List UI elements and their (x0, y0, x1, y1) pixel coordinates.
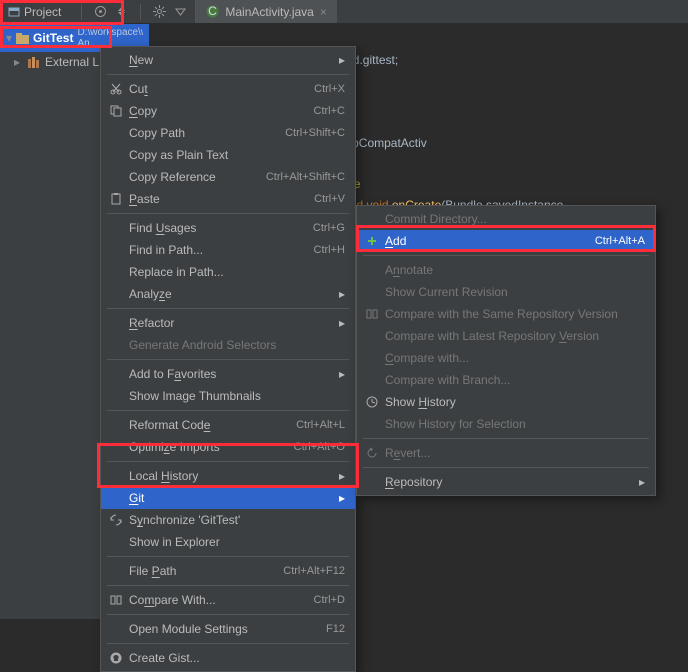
submenu-compare-same[interactable]: Compare with the Same Repository Version (357, 303, 655, 325)
menu-copy-plain[interactable]: Copy as Plain Text (101, 144, 355, 166)
submenu-annotate[interactable]: Annotate (357, 259, 655, 281)
project-tool-button[interactable]: Project (0, 0, 69, 23)
copy-icon (107, 105, 125, 117)
submenu-compare-branch[interactable]: Compare with Branch... (357, 369, 655, 391)
menu-cut[interactable]: CutCtrl+X (101, 78, 355, 100)
menu-copy-reference[interactable]: Copy ReferenceCtrl+Alt+Shift+C (101, 166, 355, 188)
menu-file-path[interactable]: File PathCtrl+Alt+F12 (101, 560, 355, 582)
close-icon[interactable]: × (320, 5, 327, 19)
library-icon (28, 57, 41, 68)
menu-reformat-code[interactable]: Reformat CodeCtrl+Alt+L (101, 414, 355, 436)
java-class-icon: C (206, 5, 219, 18)
collapse-icon[interactable] (115, 5, 128, 18)
chevron-down-icon: ▾ (6, 31, 12, 45)
menu-paste[interactable]: PasteCtrl+V (101, 188, 355, 210)
menu-find-in-path[interactable]: Find in Path...Ctrl+H (101, 239, 355, 261)
external-libs-label: External L (45, 55, 99, 69)
target-icon[interactable] (94, 5, 107, 18)
git-submenu: Commit Directory... AddCtrl+Alt+A Annota… (356, 205, 656, 496)
submenu-commit-directory[interactable]: Commit Directory... (357, 208, 655, 230)
project-icon (8, 6, 20, 18)
menu-local-history[interactable]: Local History▸ (101, 465, 355, 487)
context-menu: New▸ CutCtrl+X CopyCtrl+C Copy PathCtrl+… (100, 46, 356, 672)
editor-tab[interactable]: C MainActivity.java × (195, 0, 337, 23)
menu-synchronize[interactable]: Synchronize 'GitTest' (101, 509, 355, 531)
menu-compare-with[interactable]: Compare With...Ctrl+D (101, 589, 355, 611)
plus-icon (363, 235, 381, 247)
toolbar: Project C MainActivity.java × (0, 0, 688, 24)
menu-add-favorites[interactable]: Add to Favorites▸ (101, 363, 355, 385)
submenu-show-history[interactable]: Show History (357, 391, 655, 413)
folder-icon (16, 33, 29, 44)
menu-show-thumbnails[interactable]: Show Image Thumbnails (101, 385, 355, 407)
chevron-right-icon: ▸ (14, 55, 24, 69)
svg-text:C: C (209, 5, 218, 18)
github-icon (107, 652, 125, 664)
menu-optimize-imports[interactable]: Optimize ImportsCtrl+Alt+O (101, 436, 355, 458)
menu-refactor[interactable]: Refactor▸ (101, 312, 355, 334)
diff-icon (107, 594, 125, 606)
submenu-revert[interactable]: Revert... (357, 442, 655, 464)
submenu-show-history-selection[interactable]: Show History for Selection (357, 413, 655, 435)
revert-icon (363, 447, 381, 459)
toolbar-actions (69, 4, 195, 20)
diff-icon (363, 308, 381, 320)
tab-label: MainActivity.java (225, 5, 313, 19)
menu-generate-selectors[interactable]: Generate Android Selectors (101, 334, 355, 356)
paste-icon (107, 193, 125, 205)
sync-icon (107, 514, 125, 526)
history-icon (363, 396, 381, 408)
cut-icon (107, 83, 125, 95)
gear-icon[interactable] (153, 5, 166, 18)
menu-copy-path[interactable]: Copy PathCtrl+Shift+C (101, 122, 355, 144)
menu-find-usages[interactable]: Find UsagesCtrl+G (101, 217, 355, 239)
submenu-repository[interactable]: Repository▸ (357, 471, 655, 493)
menu-analyze[interactable]: Analyze▸ (101, 283, 355, 305)
submenu-compare-with[interactable]: Compare with... (357, 347, 655, 369)
submenu-show-current-rev[interactable]: Show Current Revision (357, 281, 655, 303)
menu-copy[interactable]: CopyCtrl+C (101, 100, 355, 122)
menu-open-module-settings[interactable]: Open Module SettingsF12 (101, 618, 355, 640)
hide-icon[interactable] (174, 5, 187, 18)
menu-show-explorer[interactable]: Show in Explorer (101, 531, 355, 553)
menu-new[interactable]: New▸ (101, 49, 355, 71)
project-label: Project (24, 5, 61, 19)
submenu-compare-latest[interactable]: Compare with Latest Repository Version (357, 325, 655, 347)
menu-create-gist[interactable]: Create Gist... (101, 647, 355, 669)
submenu-add[interactable]: AddCtrl+Alt+A (357, 230, 655, 252)
menu-git[interactable]: Git▸ (101, 487, 355, 509)
root-label: GitTest (33, 31, 73, 45)
menu-replace-in-path[interactable]: Replace in Path... (101, 261, 355, 283)
